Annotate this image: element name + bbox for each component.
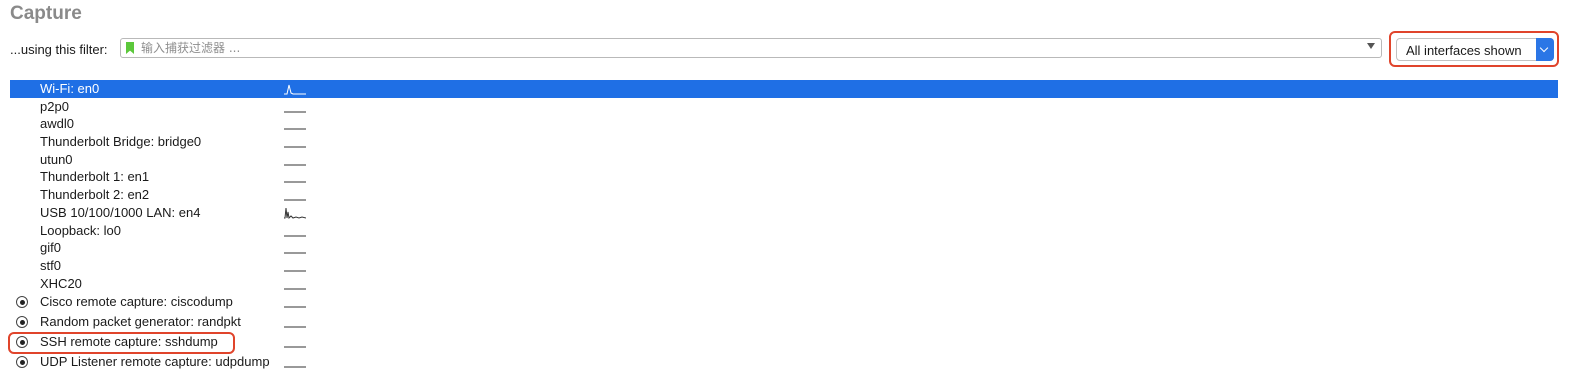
traffic-sparkline	[284, 100, 306, 114]
extcap-settings-icon[interactable]	[16, 296, 28, 309]
interface-name: utun0	[40, 151, 73, 167]
traffic-sparkline	[284, 335, 306, 349]
interface-name: Cisco remote capture: ciscodump	[40, 294, 233, 310]
interface-name: USB 10/100/1000 LAN: en4	[40, 204, 201, 220]
traffic-sparkline	[284, 315, 306, 329]
interface-type-value: All interfaces shown	[1406, 43, 1522, 58]
extcap-settings-icon[interactable]	[16, 316, 28, 329]
traffic-sparkline	[284, 241, 306, 255]
interface-name: UDP Listener remote capture: udpdump	[40, 354, 270, 370]
interface-row[interactable]: p2p0	[10, 98, 1558, 116]
interface-row[interactable]: awdl0	[10, 115, 1558, 133]
interface-row[interactable]: XHC20	[10, 275, 1558, 293]
interface-row[interactable]: Loopback: lo0	[10, 222, 1558, 240]
filter-label: ...using this filter:	[10, 42, 108, 57]
interface-row[interactable]: utun0	[10, 151, 1558, 169]
section-title: Capture	[10, 3, 82, 24]
interface-name: gif0	[40, 240, 61, 256]
interface-row[interactable]: Thunderbolt Bridge: bridge0	[10, 133, 1558, 151]
capture-filter-input[interactable]	[141, 39, 1359, 57]
interface-row[interactable]: Thunderbolt 2: en2	[10, 186, 1558, 204]
traffic-sparkline	[284, 224, 306, 238]
interface-name: XHC20	[40, 275, 82, 291]
interface-row[interactable]: Random packet generator: randpkt	[10, 312, 1558, 332]
interface-row[interactable]: USB 10/100/1000 LAN: en4	[10, 204, 1558, 222]
extcap-settings-icon[interactable]	[16, 356, 28, 369]
interface-name: Thunderbolt 1: en1	[40, 169, 150, 185]
interface-name: p2p0	[40, 98, 69, 114]
interface-name: Thunderbolt 2: en2	[40, 187, 150, 203]
traffic-sparkline	[284, 82, 306, 96]
interface-name: Thunderbolt Bridge: bridge0	[40, 134, 202, 150]
interface-name: Wi-Fi: en0	[40, 81, 100, 96]
traffic-sparkline	[284, 188, 306, 202]
traffic-sparkline	[284, 117, 306, 131]
interface-row[interactable]: SSH remote capture: sshdump	[10, 332, 1558, 352]
traffic-sparkline	[284, 153, 306, 167]
sshdump-highlight	[8, 332, 235, 354]
traffic-sparkline	[284, 170, 306, 184]
interface-name: awdl0	[40, 116, 74, 132]
traffic-sparkline	[284, 259, 306, 273]
traffic-sparkline	[284, 277, 306, 291]
interface-row[interactable]: Cisco remote capture: ciscodump	[10, 292, 1558, 312]
bookmark-icon[interactable]	[126, 42, 134, 54]
traffic-sparkline	[284, 355, 306, 369]
traffic-sparkline	[284, 135, 306, 149]
interface-name: stf0	[40, 257, 61, 273]
traffic-sparkline	[284, 295, 306, 309]
traffic-sparkline	[284, 206, 307, 220]
interface-name: Loopback: lo0	[40, 222, 121, 238]
interface-list[interactable]: Wi-Fi: en0 p2p0 awdl0 Thunderbolt Bridge: b…	[10, 80, 1558, 372]
interface-row[interactable]: UDP Listener remote capture: udpdump	[10, 352, 1558, 372]
capture-filter-box[interactable]	[120, 38, 1382, 58]
interface-row[interactable]: Wi-Fi: en0	[10, 80, 1558, 98]
chevron-down-icon[interactable]	[1367, 43, 1375, 49]
select-arrow-icon[interactable]	[1536, 38, 1554, 61]
interface-row[interactable]: Thunderbolt 1: en1	[10, 168, 1558, 186]
interface-row[interactable]: stf0	[10, 257, 1558, 275]
interface-row[interactable]: gif0	[10, 239, 1558, 257]
interface-name: Random packet generator: randpkt	[40, 314, 241, 330]
interface-type-select[interactable]: All interfaces shown	[1396, 38, 1554, 61]
